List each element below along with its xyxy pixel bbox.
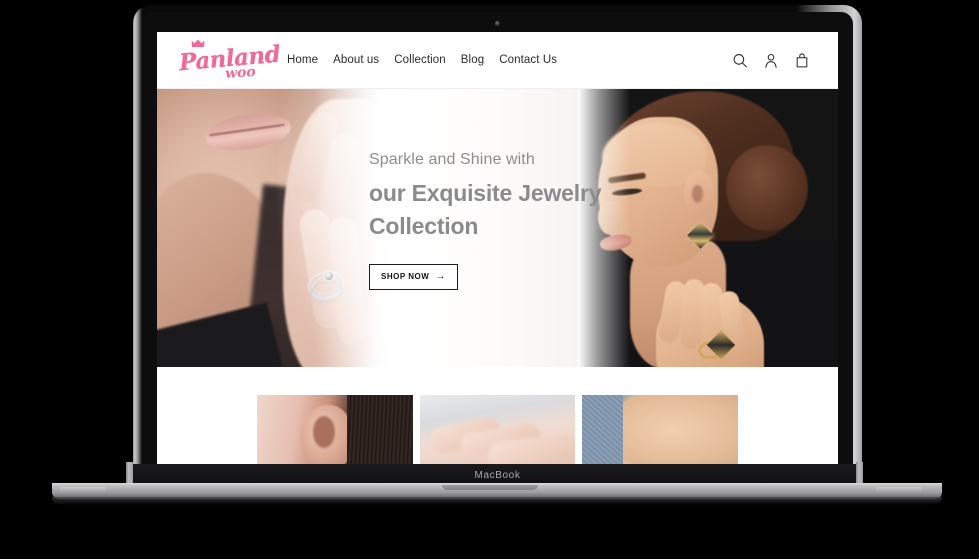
hero-title-line-2: Collection [369, 213, 479, 240]
category-rings[interactable] [419, 395, 576, 464]
laptop-foot-left [60, 487, 106, 492]
camera-dot-icon [495, 21, 500, 26]
site-logo[interactable]: Panland woo [177, 37, 281, 83]
account-icon[interactable] [763, 52, 779, 69]
hero-copy: Sparkle and Shine with our Exquisite Jew… [369, 151, 699, 290]
nav-item-home[interactable]: Home [287, 54, 318, 66]
site-header: Panland woo Home About us Collection Blo… [157, 32, 838, 89]
hero-banner: Sparkle and Shine with our Exquisite Jew… [157, 89, 838, 367]
browser-viewport: Panland woo Home About us Collection Blo… [157, 32, 838, 464]
hero-title-line-1: our Exquisite Jewelry [369, 180, 602, 206]
category-row [157, 395, 838, 464]
arrow-right-icon: → [435, 270, 446, 282]
category-necklaces[interactable] [582, 395, 739, 464]
nav-item-about-us[interactable]: About us [333, 54, 379, 66]
category-strip [157, 367, 838, 464]
header-icon-group [732, 52, 810, 69]
macbook-label: MacBook [474, 469, 521, 481]
shop-now-button[interactable]: SHOP NOW → [369, 263, 458, 290]
laptop-foot-right [876, 487, 922, 492]
shopping-bag-icon[interactable] [794, 52, 810, 69]
hero-kicker: Sparkle and Shine with [369, 151, 535, 168]
main-navigation: Home About us Collection Blog Contact Us [287, 54, 732, 66]
search-icon[interactable] [732, 52, 748, 69]
nav-item-contact-us[interactable]: Contact Us [499, 54, 557, 66]
nav-item-blog[interactable]: Blog [461, 54, 484, 66]
logo-secondary-text: woo [224, 63, 257, 83]
nav-item-collection[interactable]: Collection [394, 54, 446, 66]
screenshot-stage: Panland woo Home About us Collection Blo… [0, 0, 979, 559]
category-earrings[interactable] [257, 395, 413, 464]
laptop-base-notch [441, 485, 538, 490]
shop-now-label: SHOP NOW [381, 272, 430, 282]
laptop-base-shadow [52, 497, 942, 505]
hero-image-left [157, 89, 393, 367]
